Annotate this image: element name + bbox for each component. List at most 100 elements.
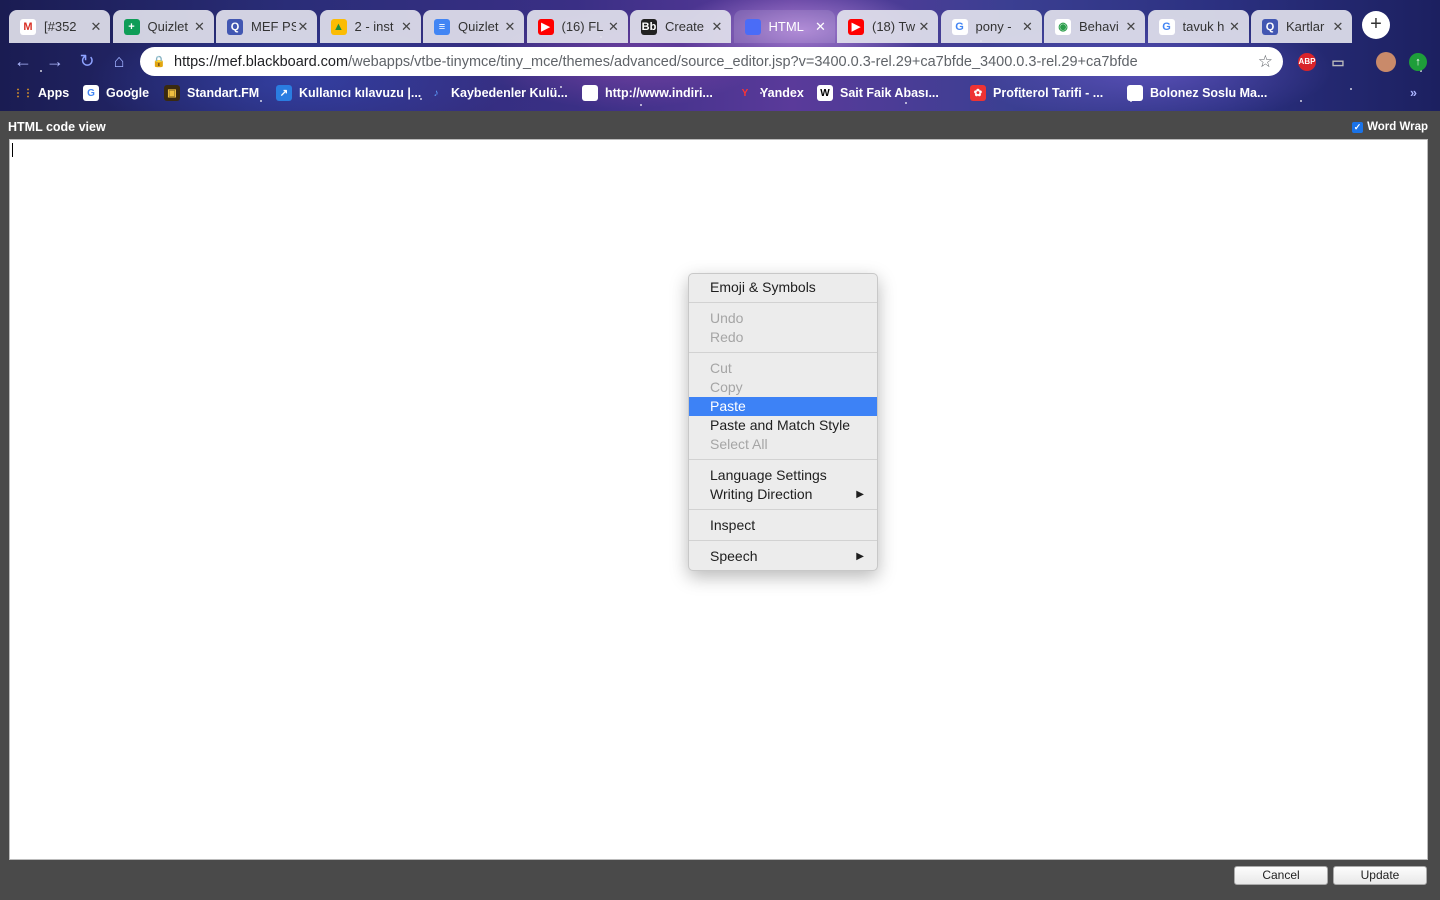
cast-icon[interactable]: ▭ bbox=[1329, 53, 1347, 71]
address-bar[interactable]: 🔒 https://mef.blackboard.com/webapps/vtb… bbox=[140, 47, 1283, 76]
tab-3[interactable]: ▲ 2 - inst ✕ bbox=[319, 10, 421, 43]
tab-9[interactable]: Gpony - ✕ bbox=[940, 10, 1042, 43]
home-icon[interactable]: ⌂ bbox=[108, 50, 130, 72]
tab-title: 2 - inst bbox=[354, 19, 394, 34]
bookmark-label: Kaybedenler Kulü... bbox=[451, 86, 568, 100]
menu-item-paste-and-match-style[interactable]: Paste and Match Style bbox=[689, 416, 877, 435]
tab-8[interactable]: ▶ (18) Tw ✕ bbox=[837, 10, 938, 43]
tab-0[interactable]: M [#352 ✕ bbox=[9, 10, 110, 43]
close-tab-icon[interactable]: ✕ bbox=[1331, 19, 1345, 35]
quizlet-icon: Q bbox=[1262, 18, 1278, 35]
tab-title: (16) FL bbox=[561, 19, 604, 34]
wikipedia-icon: W bbox=[817, 85, 833, 101]
bookmark-item[interactable]: ⋮⋮ Apps bbox=[13, 84, 69, 102]
bookmark-item[interactable]: G Google bbox=[83, 84, 149, 102]
toolbar: ← → ↻ ⌂ 🔒 https://mef.blackboard.com/web… bbox=[0, 44, 1440, 78]
browser-chrome: M [#352 ✕ + Quizlet ✕ Q MEF PS ✕ ▲ 2 - inst ✕ ≡ Quizl… bbox=[0, 0, 1440, 111]
menu-item-label: Cut bbox=[710, 360, 732, 376]
menu-item-label: Writing Direction bbox=[710, 486, 813, 502]
bookmark-item[interactable]: ↗ Kullanıcı kılavuzu |... bbox=[276, 84, 421, 102]
tab-title: HTML bbox=[768, 19, 804, 34]
menu-item-label: Inspect bbox=[710, 517, 756, 533]
close-tab-icon[interactable]: ✕ bbox=[1021, 19, 1035, 35]
bookmark-item[interactable]: Y Yandex bbox=[737, 84, 804, 102]
close-tab-icon[interactable]: ✕ bbox=[1124, 19, 1138, 35]
close-tab-icon[interactable]: ✕ bbox=[193, 19, 207, 35]
close-tab-icon[interactable]: ✕ bbox=[89, 19, 103, 35]
tab-title: Quizlet bbox=[458, 19, 499, 34]
close-tab-icon[interactable]: ✕ bbox=[503, 19, 517, 35]
menu-item-emoji-symbols[interactable]: Emoji & Symbols bbox=[689, 278, 877, 297]
tab-6[interactable]: Bb Create ✕ bbox=[630, 10, 731, 43]
bookmark-star-icon[interactable]: ☆ bbox=[1258, 52, 1273, 72]
bookmark-item[interactable]: Bolonez Soslu Ma... bbox=[1127, 84, 1267, 102]
menu-item-paste[interactable]: Paste bbox=[689, 397, 877, 416]
radio-icon: ▣ bbox=[164, 85, 180, 101]
forward-icon[interactable]: → bbox=[44, 50, 66, 72]
close-tab-icon[interactable]: ✕ bbox=[1228, 19, 1242, 35]
submenu-arrow-icon: ▶ bbox=[856, 551, 864, 562]
bookmark-item[interactable]: ♪ Kaybedenler Kulü... bbox=[428, 84, 568, 102]
tab-5[interactable]: ▶ (16) FL ✕ bbox=[526, 10, 628, 43]
docs-icon: ≡ bbox=[434, 18, 450, 35]
tab-10[interactable]: ◉ Behavi ✕ bbox=[1044, 10, 1145, 43]
tab-title: pony - bbox=[975, 19, 1012, 34]
bookmark-label: Yandex bbox=[760, 86, 804, 100]
menu-item-label: Language Settings bbox=[710, 467, 827, 483]
menu-item-cut: Cut bbox=[689, 359, 877, 378]
tab-title: Behavi bbox=[1079, 19, 1119, 34]
page-icon bbox=[744, 18, 761, 35]
adblock-extension-icon[interactable]: ABP bbox=[1298, 53, 1316, 71]
close-tab-icon[interactable]: ✕ bbox=[400, 19, 414, 35]
bookmark-item[interactable]: W Sait Faik Abası... bbox=[817, 84, 939, 102]
menu-item-speech[interactable]: Speech ▶ bbox=[689, 547, 877, 566]
word-wrap-label: Word Wrap bbox=[1367, 121, 1428, 133]
tab-12[interactable]: Q Kartlar ✕ bbox=[1251, 10, 1352, 43]
profile-avatar[interactable] bbox=[1376, 52, 1396, 72]
close-tab-icon[interactable]: ✕ bbox=[917, 19, 931, 35]
more-bookmarks-icon[interactable]: » bbox=[1410, 84, 1417, 102]
tab-title: MEF PS bbox=[251, 19, 296, 34]
quizlet-icon: Q bbox=[227, 18, 243, 35]
tab-title: Create bbox=[665, 19, 705, 34]
youtube-icon: ▶ bbox=[537, 18, 554, 35]
bookmark-item[interactable]: ▣ Standart.FM bbox=[164, 84, 259, 102]
checkbox-checked-icon[interactable]: ✓ bbox=[1352, 121, 1364, 133]
tab-1[interactable]: + Quizlet ✕ bbox=[112, 10, 214, 43]
bookmark-item[interactable]: http://www.indiri... bbox=[582, 84, 713, 102]
blackboard-icon: Bb bbox=[641, 18, 657, 35]
youtube-icon: ▶ bbox=[848, 18, 864, 35]
update-button[interactable]: Update bbox=[1333, 866, 1427, 885]
menu-separator bbox=[689, 459, 877, 460]
tab-7[interactable]: HTML ✕ bbox=[733, 10, 835, 43]
bookmark-label: Kullanıcı kılavuzu |... bbox=[299, 86, 422, 100]
close-tab-icon[interactable]: ✕ bbox=[710, 19, 724, 35]
close-tab-icon[interactable]: ✕ bbox=[814, 19, 828, 35]
page-icon bbox=[582, 85, 598, 101]
menu-item-language-settings[interactable]: Language Settings bbox=[689, 466, 877, 485]
chrome-icon: ◉ bbox=[1055, 18, 1071, 35]
word-wrap-toggle[interactable]: ✓ Word Wrap bbox=[1352, 121, 1428, 133]
menu-item-inspect[interactable]: Inspect bbox=[689, 516, 877, 535]
update-icon[interactable]: ↑ bbox=[1409, 53, 1427, 71]
tab-4[interactable]: ≡ Quizlet ✕ bbox=[423, 10, 524, 43]
menu-separator bbox=[689, 302, 877, 303]
menu-item-undo: Undo bbox=[689, 309, 877, 328]
menu-separator bbox=[689, 352, 877, 353]
google-icon: G bbox=[951, 18, 968, 35]
menu-item-copy: Copy bbox=[689, 378, 877, 397]
tab-title: tavuk h bbox=[1182, 19, 1225, 34]
gmail-icon: M bbox=[20, 18, 36, 35]
back-icon[interactable]: ← bbox=[12, 50, 34, 72]
close-tab-icon[interactable]: ✕ bbox=[607, 19, 621, 35]
reload-icon[interactable]: ↻ bbox=[76, 50, 98, 72]
bookmark-label: Standart.FM bbox=[187, 86, 260, 100]
close-tab-icon[interactable]: ✕ bbox=[296, 19, 310, 35]
context-menu: Emoji & Symbols Undo Redo Cut Copy Paste Paste… bbox=[688, 273, 878, 571]
cancel-button[interactable]: Cancel bbox=[1234, 866, 1328, 885]
menu-item-writing-direction[interactable]: Writing Direction ▶ bbox=[689, 485, 877, 504]
tab-11[interactable]: Gtavuk h ✕ bbox=[1147, 10, 1249, 43]
bookmark-item[interactable]: ✿ Profiterol Tarifi - ... bbox=[970, 84, 1103, 102]
tab-2[interactable]: Q MEF PS ✕ bbox=[216, 10, 317, 43]
new-tab-button[interactable]: + bbox=[1362, 11, 1390, 39]
